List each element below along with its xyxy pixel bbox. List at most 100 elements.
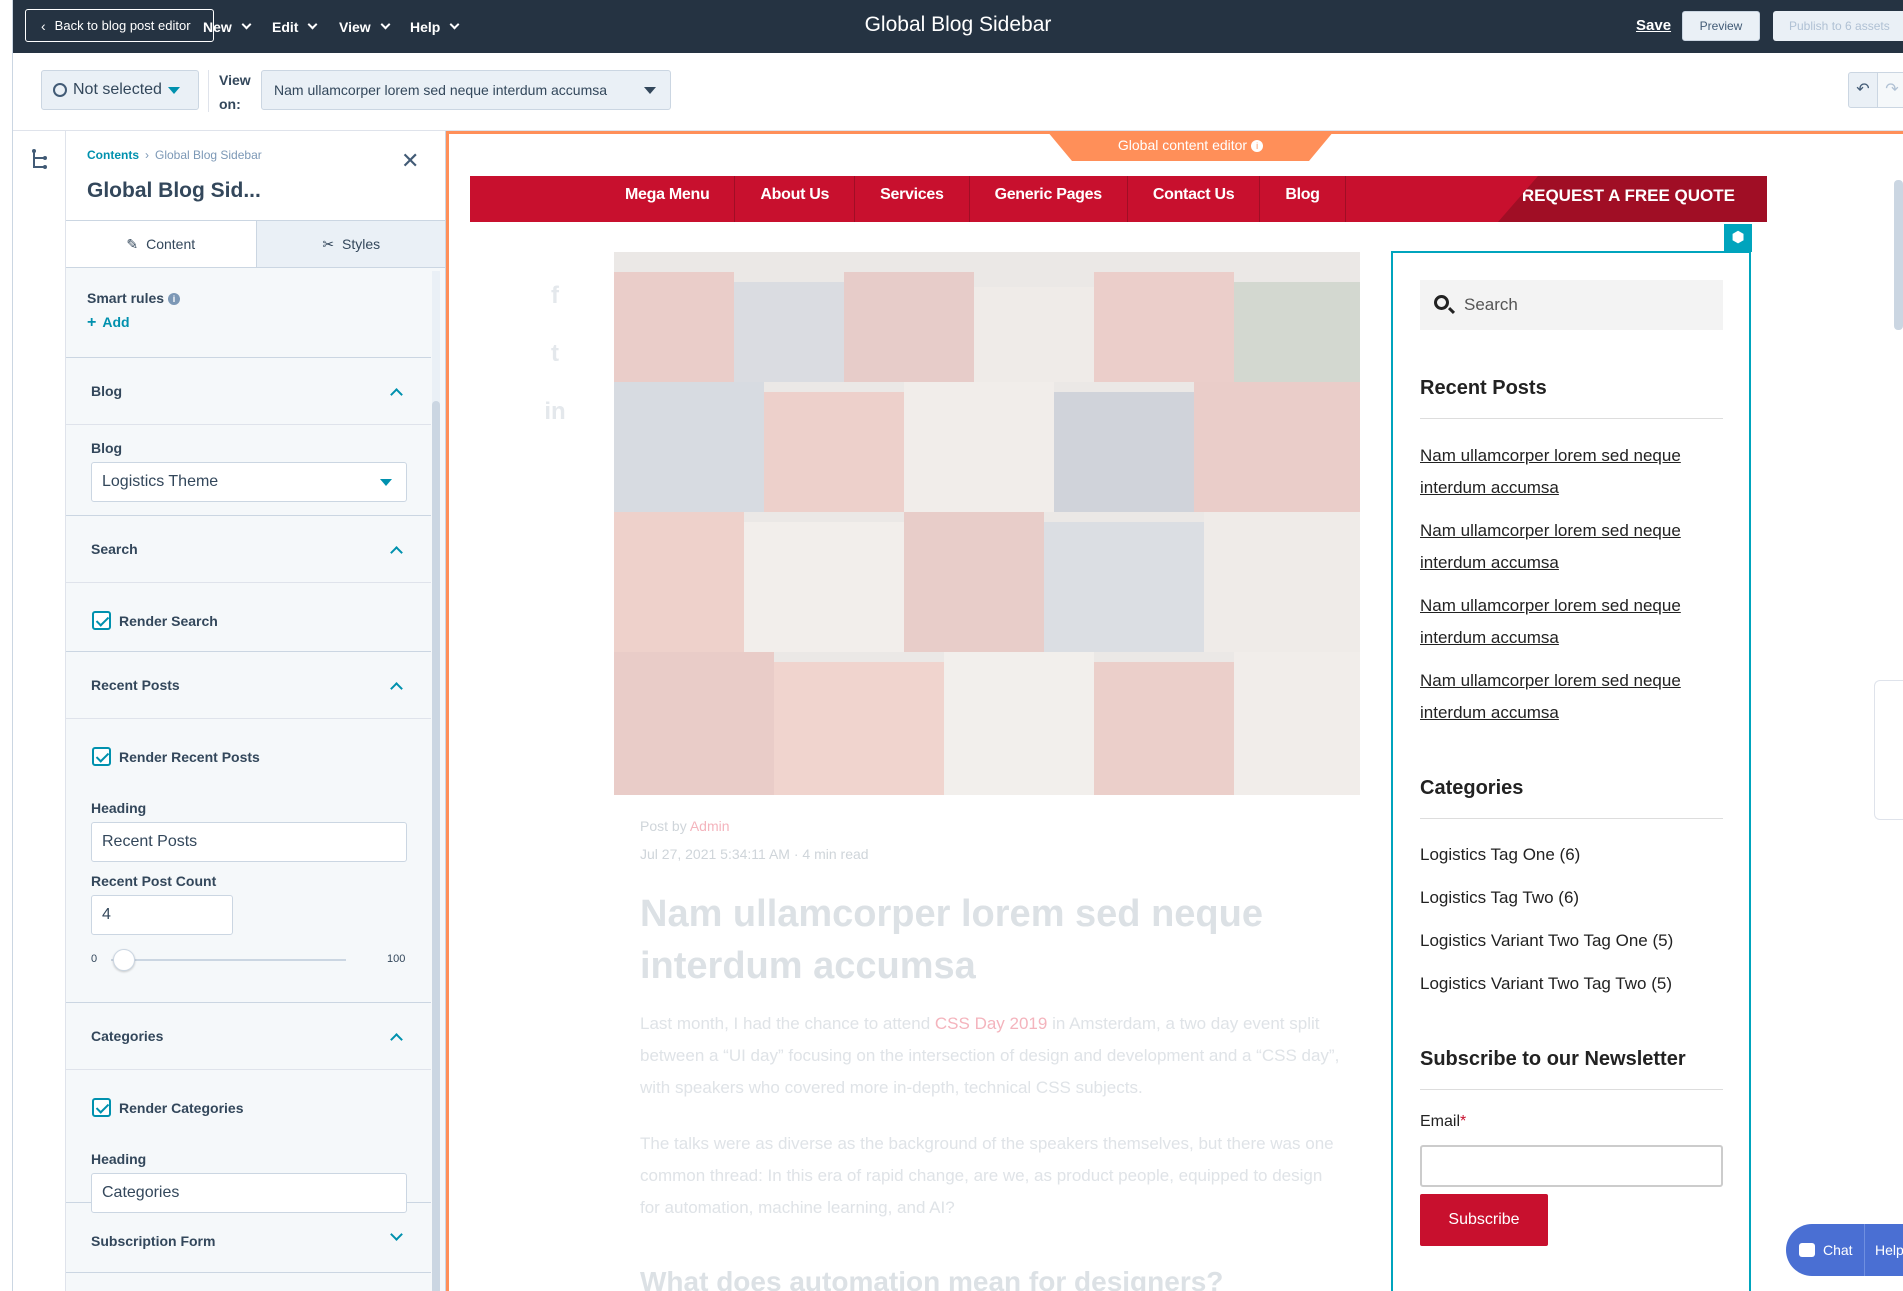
info-icon[interactable]: i: [1251, 140, 1264, 152]
request-quote-button[interactable]: REQUEST A FREE QUOTE: [1498, 176, 1767, 222]
save-button[interactable]: Save: [1636, 17, 1671, 34]
subscribe-button[interactable]: Subscribe: [1420, 1194, 1548, 1246]
recent-posts-section-header[interactable]: Recent Posts: [66, 652, 431, 719]
view-on-value: Nam ullamcorper lorem sed neque interdum…: [274, 82, 608, 98]
render-categories-checkbox[interactable]: Render Categories: [92, 1098, 243, 1117]
recent-post-link[interactable]: Nam ullamcorper lorem sed neque interdum…: [1420, 665, 1720, 729]
tab-content[interactable]: ✎ Content: [66, 221, 256, 267]
chevron-up-icon: [390, 546, 403, 559]
add-smart-rule-button[interactable]: + Add: [87, 314, 130, 332]
checkbox-checked[interactable]: [92, 611, 111, 630]
chevron-down-icon: [241, 19, 252, 30]
category-link[interactable]: Logistics Tag Two (6): [1420, 888, 1579, 908]
nav-item-mega-menu[interactable]: Mega Menu: [600, 176, 736, 222]
recent-post-link[interactable]: Nam ullamcorper lorem sed neque interdum…: [1420, 515, 1720, 579]
post-paragraph-2: The talks were as diverse as the backgro…: [640, 1134, 1334, 1217]
preview-button[interactable]: Preview: [1682, 11, 1760, 41]
menu-help[interactable]: Help: [410, 0, 460, 53]
side-drawer-tab[interactable]: [1874, 680, 1903, 820]
module-panel: Contents › Global Blog Sidebar Global Blog…: [66, 131, 446, 1291]
email-label: Email*: [1420, 1113, 1467, 1130]
twitter-icon[interactable]: t: [531, 330, 579, 378]
css-day-link[interactable]: CSS Day 2019: [935, 1014, 1047, 1033]
post-date: Jul 27, 2021 5:34:11 AM · 4 min read: [640, 846, 869, 862]
close-icon[interactable]: ✕: [401, 148, 419, 174]
pencil-icon: ✎: [126, 235, 139, 252]
nav-item-contact-us[interactable]: Contact Us: [1128, 176, 1261, 222]
slider-max-label: 100: [387, 953, 406, 965]
nav-item-blog[interactable]: Blog: [1260, 176, 1346, 222]
recent-count-input[interactable]: 4: [91, 895, 233, 935]
recent-post-link[interactable]: Nam ullamcorper lorem sed neque interdum…: [1420, 440, 1720, 504]
menu-view[interactable]: View: [339, 0, 391, 53]
categories-section: Categories Render Categories Heading Cat…: [66, 1003, 431, 1213]
subscription-form-section: Subscription Form: [66, 1206, 431, 1273]
post-author-line: Post by Admin: [640, 818, 730, 834]
divider: [208, 70, 209, 112]
undo-button[interactable]: ↶: [1848, 72, 1878, 108]
plus-icon: +: [87, 314, 97, 331]
chat-bubble-icon: [1799, 1243, 1815, 1257]
chevron-down-icon: [390, 1228, 403, 1241]
category-link[interactable]: Logistics Variant Two Tag Two (5): [1420, 974, 1672, 994]
back-button-label: Back to blog post editor: [54, 18, 191, 33]
back-to-editor-button[interactable]: ‹ Back to blog post editor: [25, 9, 214, 42]
blog-section: Blog Blog Logistics Theme: [66, 358, 431, 516]
blog-select[interactable]: Logistics Theme: [91, 462, 407, 502]
chevron-down-icon: [308, 19, 318, 30]
preview-scrollbar-thumb[interactable]: [1894, 180, 1903, 330]
category-link[interactable]: Logistics Tag One (6): [1420, 845, 1580, 865]
recent-count-slider-handle[interactable]: [113, 949, 136, 971]
post-title: Nam ullamcorper lorem sed neque interdum…: [640, 893, 1263, 987]
render-recent-posts-checkbox[interactable]: Render Recent Posts: [92, 747, 260, 766]
nav-item-generic-pages[interactable]: Generic Pages: [970, 176, 1128, 222]
nav-item-services[interactable]: Services: [855, 176, 970, 222]
language-select[interactable]: Not selected: [41, 70, 199, 110]
panel-content: Smart rules i + Add Blog Blog Logistics Th…: [66, 268, 431, 1273]
email-field[interactable]: [1420, 1145, 1723, 1187]
site-nav-items: Mega Menu About Us Services Generic Page…: [600, 176, 1346, 222]
checkbox-checked[interactable]: [92, 747, 111, 766]
sidebar-search-input[interactable]: Search: [1420, 280, 1723, 330]
categories-section-header[interactable]: Categories: [66, 1003, 431, 1070]
categories-heading-label: Heading: [91, 1151, 147, 1167]
left-rail: [13, 131, 66, 1291]
facebook-icon[interactable]: f: [531, 272, 579, 320]
post-hero-image: [614, 252, 1360, 795]
publish-button[interactable]: Publish to 6 assets: [1773, 11, 1903, 41]
search-section-header[interactable]: Search: [66, 516, 431, 583]
linkedin-icon[interactable]: in: [531, 388, 579, 436]
tab-styles[interactable]: ✂ Styles: [255, 221, 445, 267]
help-button[interactable]: Help: [1864, 1224, 1903, 1276]
category-link[interactable]: Logistics Variant Two Tag One (5): [1420, 931, 1673, 951]
slider-min-label: 0: [91, 953, 98, 965]
menu-edit[interactable]: Edit: [272, 0, 318, 53]
undo-icon: ↶: [1856, 81, 1870, 98]
recent-count-slider-track[interactable]: [111, 959, 346, 961]
recent-count-label: Recent Post Count: [91, 873, 217, 889]
redo-button[interactable]: ↷: [1877, 72, 1903, 108]
view-on-select[interactable]: Nam ullamcorper lorem sed neque interdum…: [261, 70, 671, 110]
menu-new[interactable]: New: [203, 0, 252, 53]
subscription-form-section-header[interactable]: Subscription Form: [66, 1206, 431, 1273]
caret-down-icon: [167, 86, 180, 94]
blog-section-header[interactable]: Blog: [66, 358, 431, 425]
checkbox-checked[interactable]: [92, 1098, 111, 1117]
nav-item-about-us[interactable]: About Us: [735, 176, 856, 222]
panel-tabs: ✎ Content ✂ Styles: [66, 220, 445, 268]
site-navigation: Mega Menu About Us Services Generic Page…: [470, 176, 1767, 222]
tree-view-icon[interactable]: [31, 149, 49, 177]
render-search-checkbox[interactable]: Render Search: [92, 611, 218, 630]
global-content-editor-tab[interactable]: Global content editor i: [1047, 131, 1334, 161]
info-icon[interactable]: i: [168, 293, 181, 305]
panel-scrollbar[interactable]: [432, 271, 440, 1291]
chat-widget[interactable]: Chat Help: [1786, 1224, 1903, 1276]
recent-heading-input[interactable]: Recent Posts: [91, 822, 407, 862]
recent-heading-label: Heading: [91, 800, 147, 816]
recent-post-link[interactable]: Nam ullamcorper lorem sed neque interdum…: [1420, 590, 1720, 654]
categories-heading: Categories: [1420, 777, 1723, 819]
author-link[interactable]: Admin: [690, 818, 730, 834]
breadcrumb-contents-link[interactable]: Contents: [87, 148, 139, 162]
scrollbar-thumb[interactable]: [432, 401, 440, 1291]
caret-down-icon: [380, 479, 392, 486]
